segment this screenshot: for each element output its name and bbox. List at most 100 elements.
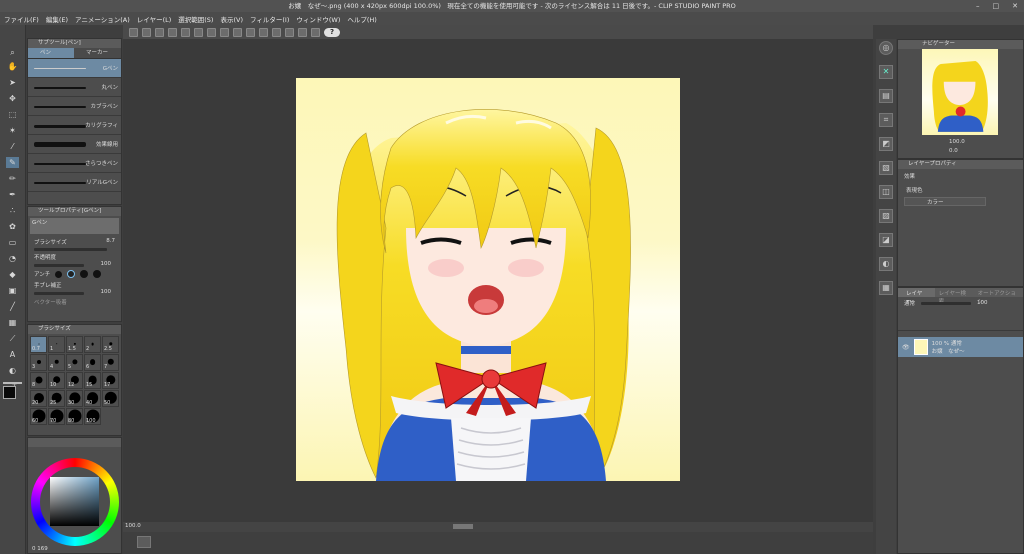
antialias-weak[interactable] bbox=[67, 270, 76, 278]
opacity-slider[interactable] bbox=[34, 264, 84, 267]
brush-item[interactable]: 丸ペン bbox=[28, 78, 121, 97]
brush-tool-icon[interactable]: ✒ bbox=[6, 189, 19, 200]
redo-icon[interactable] bbox=[194, 27, 203, 37]
menu-help[interactable]: ヘルプ(H) bbox=[347, 14, 376, 24]
brush-size-option[interactable]: 70 bbox=[48, 408, 65, 425]
vector-snap-label[interactable]: ベクター吸着 bbox=[34, 300, 67, 306]
menu-filter[interactable]: フィルター(I) bbox=[250, 14, 289, 24]
panel-icon-9[interactable]: ▦ bbox=[879, 281, 893, 295]
brush-item[interactable]: リアルGペン bbox=[28, 173, 121, 192]
navigator-rotation[interactable]: 0.0 bbox=[949, 148, 958, 154]
menu-file[interactable]: ファイル(F) bbox=[4, 14, 39, 24]
deselect-icon[interactable] bbox=[246, 27, 255, 37]
move-layer-tool-icon[interactable]: ✥ bbox=[6, 93, 19, 104]
brush-item[interactable]: 効果線用 bbox=[28, 135, 121, 154]
invert-icon[interactable] bbox=[272, 27, 281, 37]
panel-icon-6[interactable]: ▨ bbox=[879, 209, 893, 223]
navigator-preview[interactable] bbox=[922, 49, 998, 135]
snap-special-ruler-icon[interactable] bbox=[311, 27, 320, 37]
brush-size-option[interactable]: 80 bbox=[66, 408, 83, 425]
gradient-tool-icon[interactable]: ▣ bbox=[6, 285, 19, 296]
clear-icon[interactable] bbox=[207, 27, 216, 37]
brush-size-option[interactable]: 0.7 bbox=[30, 336, 47, 353]
brush-size-option[interactable]: 6 bbox=[84, 354, 101, 371]
brush-size-option[interactable]: 15 bbox=[84, 372, 101, 389]
layer-opacity-value[interactable]: 100 bbox=[977, 300, 988, 306]
pen-tool-icon[interactable]: ✎ bbox=[6, 157, 19, 168]
tab-pen[interactable]: ペン bbox=[28, 48, 74, 58]
antialias-none[interactable] bbox=[55, 270, 63, 278]
panel-icon-7[interactable]: ◪ bbox=[879, 233, 893, 247]
airbrush-tool-icon[interactable]: ∴ bbox=[6, 205, 19, 216]
tab-auto-action[interactable]: オートアクション bbox=[974, 288, 1023, 305]
opacity-value[interactable]: 100 bbox=[101, 261, 112, 267]
brush-size-option[interactable]: 4 bbox=[48, 354, 65, 371]
brush-size-option[interactable]: 12 bbox=[66, 372, 83, 389]
stabilization-slider[interactable] bbox=[34, 292, 84, 295]
expression-color-select[interactable]: カラー bbox=[904, 197, 986, 206]
brush-size-option[interactable]: 40 bbox=[84, 390, 101, 407]
brush-item[interactable]: さらつきペン bbox=[28, 154, 121, 173]
brush-size-option[interactable]: 3 bbox=[30, 354, 47, 371]
brush-size-option[interactable]: 30 bbox=[66, 390, 83, 407]
brush-size-option[interactable]: 20 bbox=[30, 390, 47, 407]
panel-icon-3[interactable]: ◩ bbox=[879, 137, 893, 151]
layer-opacity-slider[interactable] bbox=[921, 301, 972, 305]
brush-size-option[interactable]: 17 bbox=[102, 372, 119, 389]
brush-size-option[interactable]: 1 bbox=[48, 336, 65, 353]
operation-tool-icon[interactable]: ➤ bbox=[6, 77, 19, 88]
ruler-tool-icon[interactable]: ⟋ bbox=[6, 333, 19, 344]
brush-size-option[interactable]: 7 bbox=[102, 354, 119, 371]
pencil-tool-icon[interactable]: ✏ bbox=[6, 173, 19, 184]
minimize-icon[interactable]: – bbox=[976, 0, 980, 12]
balloon-tool-icon[interactable]: ◐ bbox=[6, 365, 19, 376]
fill-icon[interactable] bbox=[233, 27, 242, 37]
maximize-icon[interactable]: □ bbox=[993, 0, 1000, 12]
brush-size-option[interactable]: 2.5 bbox=[102, 336, 119, 353]
panel-icon-2[interactable]: ⌗ bbox=[879, 113, 893, 127]
antialias-strong[interactable] bbox=[93, 270, 102, 278]
panel-icon-5[interactable]: ◫ bbox=[879, 185, 893, 199]
undo-icon[interactable] bbox=[181, 27, 190, 37]
snap-grid-icon[interactable] bbox=[298, 27, 307, 37]
brush-size-option[interactable]: 25 bbox=[48, 390, 65, 407]
brush-size-option[interactable]: 2 bbox=[84, 336, 101, 353]
horizontal-scrollbar[interactable] bbox=[453, 524, 473, 529]
layer-row[interactable]: 👁 100 % 通常 お嬢 なぜ～ bbox=[898, 337, 1023, 357]
panel-icon-4[interactable]: ▧ bbox=[879, 161, 893, 175]
menu-window[interactable]: ウィンドウ(W) bbox=[296, 14, 340, 24]
zoom-tool-icon[interactable]: ⌕ bbox=[6, 47, 19, 58]
navigator-toggle-icon[interactable]: ◎ bbox=[879, 41, 893, 55]
brush-size-slider[interactable] bbox=[34, 248, 107, 251]
antialias-mid[interactable] bbox=[80, 270, 89, 278]
snap-ruler-icon[interactable] bbox=[285, 27, 294, 37]
fill-tool-icon[interactable]: ◆ bbox=[6, 269, 19, 280]
crop-icon[interactable] bbox=[259, 27, 268, 37]
navigator-zoom[interactable]: 100.0 bbox=[949, 139, 965, 145]
canvas-zoom-readout[interactable]: 100.0 bbox=[125, 523, 141, 529]
brush-size-option[interactable]: 5 bbox=[66, 354, 83, 371]
brush-size-value[interactable]: 8.7 bbox=[106, 238, 115, 246]
decoration-tool-icon[interactable]: ✿ bbox=[6, 221, 19, 232]
menu-view[interactable]: 表示(V) bbox=[220, 14, 243, 24]
figure-tool-icon[interactable]: ╱ bbox=[6, 301, 19, 312]
material-icon[interactable]: ✕ bbox=[879, 65, 893, 79]
brush-size-option[interactable]: 60 bbox=[30, 408, 47, 425]
brush-item[interactable]: カリグラフィ bbox=[28, 116, 121, 135]
saturation-value-square[interactable] bbox=[50, 477, 99, 526]
panel-icon-1[interactable]: ▤ bbox=[879, 89, 893, 103]
menu-layer[interactable]: レイヤー(L) bbox=[137, 14, 172, 24]
menu-selection[interactable]: 選択範囲(S) bbox=[178, 14, 213, 24]
tab-marker[interactable]: マーカー bbox=[74, 48, 120, 58]
close-icon[interactable]: ✕ bbox=[1012, 0, 1018, 12]
eraser-tool-icon[interactable]: ▭ bbox=[6, 237, 19, 248]
artboard[interactable] bbox=[296, 78, 680, 482]
blend-mode[interactable]: 通常 bbox=[904, 299, 915, 307]
tab-layer[interactable]: レイヤー bbox=[898, 288, 935, 305]
auto-select-tool-icon[interactable]: ✶ bbox=[6, 125, 19, 136]
move-tool-icon[interactable]: ✋ bbox=[6, 61, 19, 72]
open-file-icon[interactable] bbox=[155, 27, 164, 37]
selection-tool-icon[interactable]: ⬚ bbox=[6, 109, 19, 120]
brush-size-option[interactable]: 1.5 bbox=[66, 336, 83, 353]
brush-size-option[interactable]: 10 bbox=[48, 372, 65, 389]
